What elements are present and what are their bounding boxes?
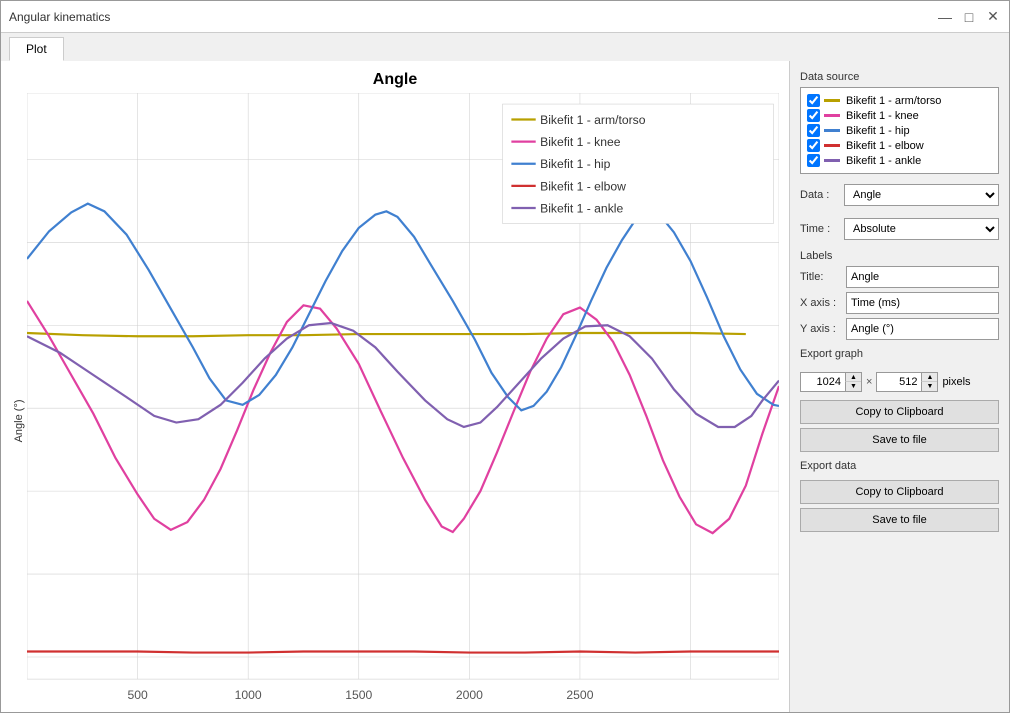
title-row: Title: <box>800 266 999 288</box>
width-down-button[interactable]: ▼ <box>845 382 861 391</box>
width-input[interactable] <box>801 374 845 390</box>
svg-text:Bikefit 1 - elbow: Bikefit 1 - elbow <box>540 179 626 193</box>
export-data-section: Export data Copy to Clipboard Save to fi… <box>800 460 999 532</box>
ds-checkbox-4[interactable] <box>807 154 820 167</box>
datasource-box: Bikefit 1 - arm/torso Bikefit 1 - knee B… <box>800 87 999 174</box>
data-dropdown[interactable]: Angle Velocity Acceleration <box>844 184 999 206</box>
time-row: Time : Absolute Relative <box>800 218 999 240</box>
labels-section-label: Labels <box>800 250 999 262</box>
xaxis-field-label: X axis : <box>800 297 842 309</box>
close-button[interactable]: ✕ <box>985 9 1001 25</box>
tab-bar: Plot <box>1 33 1009 61</box>
svg-text:Bikefit 1 - ankle: Bikefit 1 - ankle <box>540 201 623 215</box>
export-data-save-button[interactable]: Save to file <box>800 508 999 532</box>
svg-text:Bikefit 1 - knee: Bikefit 1 - knee <box>540 135 621 149</box>
ds-label-1: Bikefit 1 - knee <box>846 110 919 122</box>
width-spinbox: ▲ ▼ <box>800 372 862 392</box>
yaxis-row: Y axis : <box>800 318 999 340</box>
ds-label-4: Bikefit 1 - ankle <box>846 155 921 167</box>
height-up-button[interactable]: ▲ <box>921 373 937 382</box>
datasource-label: Data source <box>800 71 999 83</box>
title-bar: Angular kinematics — □ ✕ <box>1 1 1009 33</box>
pixels-label: pixels <box>942 376 970 388</box>
ds-item-2: Bikefit 1 - hip <box>807 124 992 137</box>
ds-label-2: Bikefit 1 - hip <box>846 125 910 137</box>
export-graph-save-button[interactable]: Save to file <box>800 428 999 452</box>
ds-checkbox-2[interactable] <box>807 124 820 137</box>
ds-item-4: Bikefit 1 - ankle <box>807 154 992 167</box>
xaxis-row: X axis : <box>800 292 999 314</box>
height-spinbox: ▲ ▼ <box>876 372 938 392</box>
svg-text:1000: 1000 <box>235 688 262 702</box>
datasource-section: Data source Bikefit 1 - arm/torso Bikefi… <box>800 71 999 174</box>
window-title: Angular kinematics <box>9 10 937 24</box>
ds-color-4 <box>824 159 840 162</box>
content-area: Angle Angle (°) <box>1 61 1009 712</box>
svg-text:Bikefit 1 - arm/torso: Bikefit 1 - arm/torso <box>540 113 646 127</box>
main-window: Angular kinematics — □ ✕ Plot Angle Angl… <box>0 0 1010 713</box>
export-graph-section: Export graph ▲ ▼ × ▲ ▼ <box>800 348 999 452</box>
chart-inner: -40 -60 -80 -100 -120 -140 -160 500 1000… <box>27 93 779 712</box>
maximize-button[interactable]: □ <box>961 9 977 25</box>
labels-section: Labels Title: X axis : Y axis : <box>800 250 999 340</box>
yaxis-field-label: Y axis : <box>800 323 842 335</box>
ds-item-0: Bikefit 1 - arm/torso <box>807 94 992 107</box>
dims-separator: × <box>866 376 872 388</box>
ds-checkbox-0[interactable] <box>807 94 820 107</box>
title-input[interactable] <box>846 266 999 288</box>
ds-item-1: Bikefit 1 - knee <box>807 109 992 122</box>
ds-color-0 <box>824 99 840 102</box>
ds-color-3 <box>824 144 840 147</box>
svg-text:Bikefit 1 - hip: Bikefit 1 - hip <box>540 157 611 171</box>
window-controls: — □ ✕ <box>937 9 1001 25</box>
width-up-button[interactable]: ▲ <box>845 373 861 382</box>
tab-plot[interactable]: Plot <box>9 37 64 61</box>
chart-area: Angle Angle (°) <box>1 61 789 712</box>
ds-checkbox-3[interactable] <box>807 139 820 152</box>
ds-color-2 <box>824 129 840 132</box>
labels-fields: Title: X axis : Y axis : <box>800 266 999 340</box>
svg-text:2500: 2500 <box>566 688 593 702</box>
height-spinbox-buttons: ▲ ▼ <box>921 373 937 391</box>
export-data-label: Export data <box>800 460 999 472</box>
export-graph-copy-button[interactable]: Copy to Clipboard <box>800 400 999 424</box>
chart-svg: -40 -60 -80 -100 -120 -140 -160 500 1000… <box>27 93 779 712</box>
time-dropdown[interactable]: Absolute Relative <box>844 218 999 240</box>
export-dims: ▲ ▼ × ▲ ▼ pixels <box>800 372 999 392</box>
export-graph-label: Export graph <box>800 348 999 360</box>
yaxis-input[interactable] <box>846 318 999 340</box>
ds-item-3: Bikefit 1 - elbow <box>807 139 992 152</box>
ds-color-1 <box>824 114 840 117</box>
data-dropdown-label: Data : <box>800 189 838 201</box>
ds-checkbox-1[interactable] <box>807 109 820 122</box>
ds-label-3: Bikefit 1 - elbow <box>846 140 924 152</box>
time-dropdown-label: Time : <box>800 223 838 235</box>
chart-title: Angle <box>11 71 779 89</box>
ds-label-0: Bikefit 1 - arm/torso <box>846 95 941 107</box>
export-data-copy-button[interactable]: Copy to Clipboard <box>800 480 999 504</box>
minimize-button[interactable]: — <box>937 9 953 25</box>
svg-text:1500: 1500 <box>345 688 372 702</box>
xaxis-input[interactable] <box>846 292 999 314</box>
y-axis-label: Angle (°) <box>11 93 27 712</box>
svg-text:500: 500 <box>127 688 148 702</box>
data-row: Data : Angle Velocity Acceleration <box>800 184 999 206</box>
chart-wrapper: Angle (°) <box>11 93 779 712</box>
svg-text:2000: 2000 <box>456 688 483 702</box>
height-input[interactable] <box>877 374 921 390</box>
title-field-label: Title: <box>800 271 842 283</box>
width-spinbox-buttons: ▲ ▼ <box>845 373 861 391</box>
right-panel: Data source Bikefit 1 - arm/torso Bikefi… <box>789 61 1009 712</box>
height-down-button[interactable]: ▼ <box>921 382 937 391</box>
